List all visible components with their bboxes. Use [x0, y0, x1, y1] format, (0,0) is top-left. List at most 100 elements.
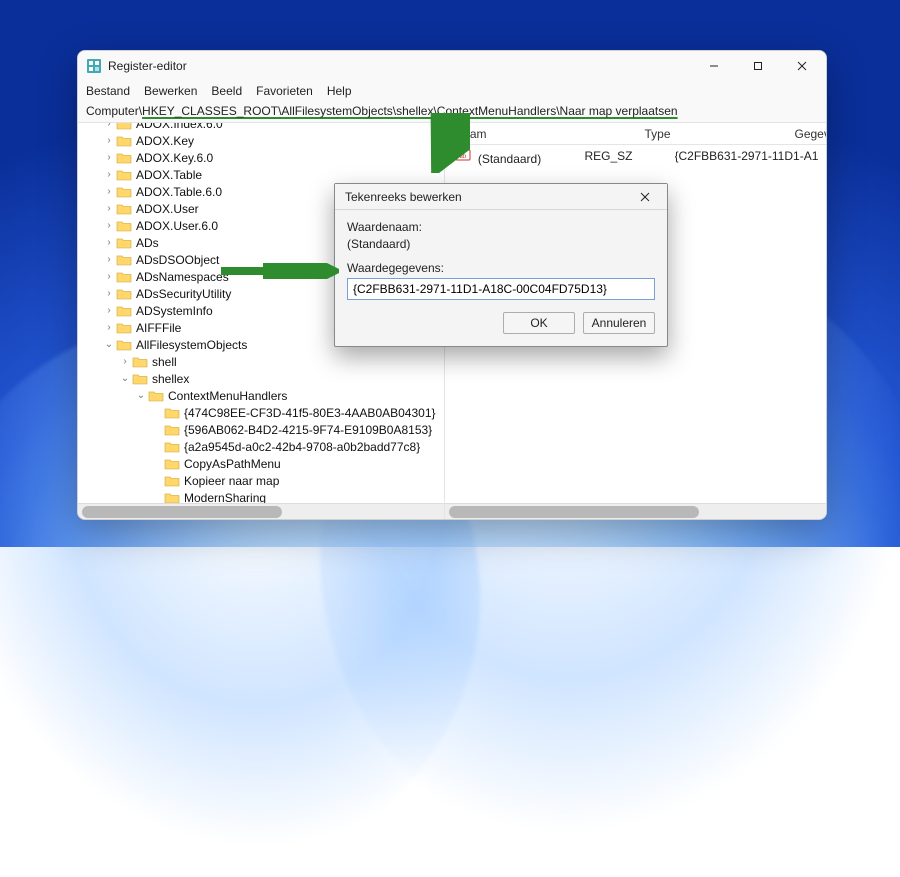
- menu-help[interactable]: Help: [327, 84, 352, 98]
- folder-icon: [116, 167, 132, 183]
- value-row[interactable]: ab (Standaard) REG_SZ {C2FBB631-2971-11D…: [455, 147, 828, 165]
- maximize-button[interactable]: [736, 51, 780, 81]
- tree-item-label: {474C98EE-CF3D-41f5-80E3-4AAB0AB04301}: [184, 406, 436, 420]
- tree-item[interactable]: › ADOX.Key.6.0: [78, 149, 444, 166]
- folder-icon: [116, 218, 132, 234]
- expand-icon[interactable]: ›: [102, 123, 116, 129]
- address-prefix: Computer\: [86, 104, 142, 118]
- menubar: Bestand Bewerken Beeld Favorieten Help: [78, 81, 826, 101]
- expand-icon[interactable]: ›: [102, 169, 116, 180]
- tree-item[interactable]: › ADOX.Table: [78, 166, 444, 183]
- folder-icon: [164, 439, 180, 455]
- minimize-button[interactable]: [692, 51, 736, 81]
- tree-item-label: AIFFFile: [136, 321, 181, 335]
- col-name[interactable]: Naam: [455, 127, 585, 141]
- menu-view[interactable]: Beeld: [211, 84, 242, 98]
- tree-item-label: {596AB062-B4D2-4215-9F74-E9109B0A8153}: [184, 423, 432, 437]
- tree-hscrollbar[interactable]: [78, 503, 444, 519]
- folder-icon: [116, 337, 132, 353]
- value-type: REG_SZ: [585, 149, 675, 163]
- tree-item-label: ADOX.Key: [136, 134, 194, 148]
- tree-item[interactable]: {a2a9545d-a0c2-42b4-9708-a0b2badd77c8}: [78, 438, 444, 455]
- values-hscrollbar[interactable]: [445, 503, 828, 519]
- expand-icon[interactable]: ›: [102, 237, 116, 248]
- tree-item[interactable]: ⌄ shellex: [78, 370, 444, 387]
- dialog-titlebar: Tekenreeks bewerken: [335, 184, 667, 210]
- dialog-title: Tekenreeks bewerken: [345, 190, 627, 204]
- value-name-label: Waardenaam:: [347, 220, 655, 234]
- folder-icon: [116, 235, 132, 251]
- tree-item-label: ADsDSOObject: [136, 253, 219, 267]
- value-data-input[interactable]: [347, 278, 655, 300]
- value-data-label: Waardegegevens:: [347, 261, 655, 275]
- value-name: (Standaard): [478, 152, 541, 166]
- folder-icon: [116, 269, 132, 285]
- expand-icon[interactable]: ›: [102, 288, 116, 299]
- tree-item-label: ADOX.Table.6.0: [136, 185, 222, 199]
- expand-icon[interactable]: ›: [118, 356, 132, 367]
- tree-item[interactable]: › shell: [78, 353, 444, 370]
- tree-item[interactable]: {596AB062-B4D2-4215-9F74-E9109B0A8153}: [78, 421, 444, 438]
- expand-icon[interactable]: ›: [102, 152, 116, 163]
- folder-icon: [116, 184, 132, 200]
- folder-icon: [132, 371, 148, 387]
- tree-item-label: ContextMenuHandlers: [168, 389, 287, 403]
- cancel-button[interactable]: Annuleren: [583, 312, 655, 334]
- tree-item-label: ADOX.Key.6.0: [136, 151, 213, 165]
- tree-item-label: shell: [152, 355, 177, 369]
- tree-item[interactable]: ⌄ ContextMenuHandlers: [78, 387, 444, 404]
- folder-icon: [132, 354, 148, 370]
- tree-item-label: ModernSharing: [184, 491, 266, 504]
- svg-text:ab: ab: [459, 152, 466, 160]
- expand-icon[interactable]: ›: [102, 220, 116, 231]
- folder-icon: [116, 150, 132, 166]
- value-name-static: (Standaard): [347, 237, 655, 251]
- tree-item[interactable]: › ADOX.Key: [78, 132, 444, 149]
- menu-file[interactable]: Bestand: [86, 84, 130, 98]
- tree-item-label: shellex: [152, 372, 189, 386]
- expand-icon[interactable]: ›: [102, 305, 116, 316]
- tree-item-label: ADsSecurityUtility: [136, 287, 231, 301]
- tree-item[interactable]: Kopieer naar map: [78, 472, 444, 489]
- folder-icon: [116, 123, 132, 132]
- folder-icon: [116, 201, 132, 217]
- tree-item-label: ADOX.User.6.0: [136, 219, 218, 233]
- col-data[interactable]: Gegevens: [795, 127, 828, 141]
- expand-icon[interactable]: ›: [102, 322, 116, 333]
- tree-item[interactable]: {474C98EE-CF3D-41f5-80E3-4AAB0AB04301}: [78, 404, 444, 421]
- dialog-body: Waardenaam: (Standaard) Waardegegevens: …: [335, 210, 667, 346]
- tree-item-label: ADsNamespaces: [136, 270, 229, 284]
- dialog-close-button[interactable]: [627, 185, 663, 209]
- tree-item-label: {a2a9545d-a0c2-42b4-9708-a0b2badd77c8}: [184, 440, 420, 454]
- expand-icon[interactable]: ›: [102, 186, 116, 197]
- folder-icon: [116, 320, 132, 336]
- expand-icon[interactable]: ›: [102, 254, 116, 265]
- collapse-icon[interactable]: ⌄: [118, 373, 132, 384]
- tree-item-label: ADOX.Table: [136, 168, 202, 182]
- folder-icon: [116, 303, 132, 319]
- expand-icon[interactable]: ›: [102, 135, 116, 146]
- tree-item-label: CopyAsPathMenu: [184, 457, 281, 471]
- tree-item-label: Kopieer naar map: [184, 474, 279, 488]
- tree-item[interactable]: CopyAsPathMenu: [78, 455, 444, 472]
- edit-string-dialog: Tekenreeks bewerken Waardenaam: (Standaa…: [334, 183, 668, 347]
- close-button[interactable]: [780, 51, 824, 81]
- expand-icon[interactable]: ›: [102, 271, 116, 282]
- scroll-thumb[interactable]: [82, 506, 282, 518]
- menu-favorites[interactable]: Favorieten: [256, 84, 313, 98]
- menu-edit[interactable]: Bewerken: [144, 84, 197, 98]
- ok-button[interactable]: OK: [503, 312, 575, 334]
- address-bar[interactable]: Computer\HKEY_CLASSES_ROOT\AllFilesystem…: [78, 101, 826, 123]
- folder-icon: [164, 422, 180, 438]
- app-icon: [86, 58, 102, 74]
- scroll-thumb[interactable]: [449, 506, 699, 518]
- tree-item[interactable]: ›ADOX.Index.6.0: [78, 123, 444, 132]
- tree-item[interactable]: ModernSharing: [78, 489, 444, 503]
- folder-icon: [164, 473, 180, 489]
- collapse-icon[interactable]: ⌄: [134, 390, 148, 401]
- value-data: {C2FBB631-2971-11D1-A1: [675, 149, 828, 163]
- collapse-icon[interactable]: ⌄: [102, 339, 116, 350]
- col-type[interactable]: Type: [645, 127, 735, 141]
- expand-icon[interactable]: ›: [102, 203, 116, 214]
- tree-item-label: ADSystemInfo: [136, 304, 213, 318]
